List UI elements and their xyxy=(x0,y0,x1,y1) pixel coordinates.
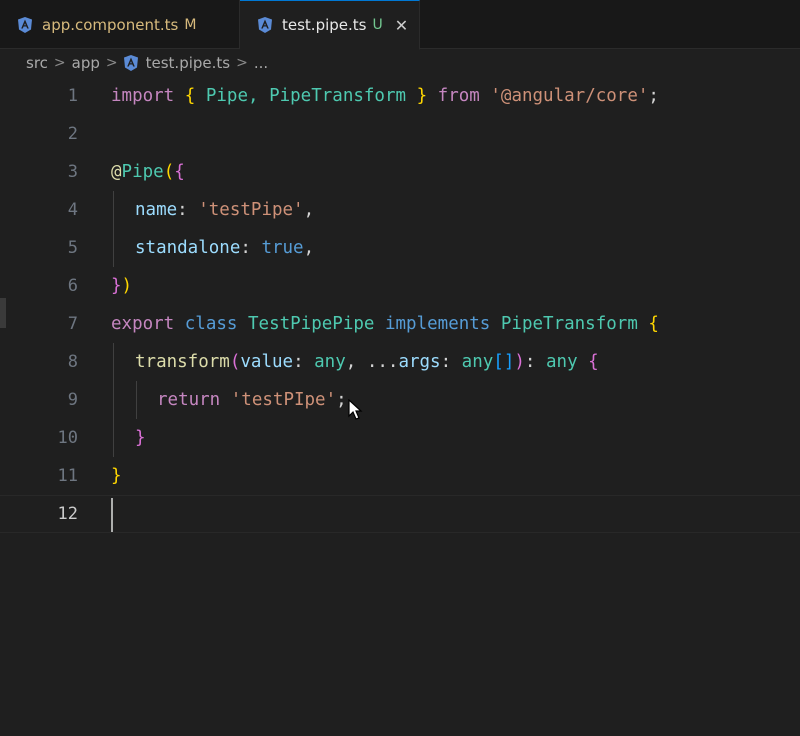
code-text: export class TestPipePipe implements Pip… xyxy=(111,314,659,334)
code-text: return 'testPIpe'; xyxy=(157,390,347,410)
code-text: } xyxy=(111,466,122,486)
indent-guide xyxy=(113,229,114,267)
code-text: }) xyxy=(111,276,133,296)
code-text: standalone: true, xyxy=(135,238,315,258)
code-line: 6 }) xyxy=(0,267,800,305)
code-line: 8 transform(value: any, ...args: any[]):… xyxy=(0,343,800,381)
current-code-line: 12 xyxy=(0,495,800,533)
code-line: 1 import { Pipe, PipeTransform } from '@… xyxy=(0,77,800,115)
tab-label: test.pipe.ts xyxy=(282,16,367,34)
indent-guide xyxy=(113,419,114,457)
line-number: 3 xyxy=(67,162,78,182)
tab-bar: app.component.ts M test.pipe.ts U ✕ xyxy=(0,0,800,50)
angular-icon xyxy=(258,17,272,33)
mouse-cursor-icon xyxy=(348,399,363,420)
indent-guide xyxy=(113,381,114,419)
code-line: 11 } xyxy=(0,457,800,495)
angular-icon xyxy=(123,55,138,71)
tab-app-component[interactable]: app.component.ts M xyxy=(0,0,240,49)
code-line: 5 standalone: true, xyxy=(0,229,800,267)
breadcrumb-separator: > xyxy=(53,55,66,71)
line-number: 8 xyxy=(67,352,78,372)
code-text: name: 'testPipe', xyxy=(135,200,315,220)
modified-badge: M xyxy=(184,16,197,33)
line-number: 5 xyxy=(67,238,78,258)
breadcrumb: src > app > test.pipe.ts > ... xyxy=(0,49,800,77)
breadcrumb-separator: > xyxy=(105,55,118,71)
line-number: 4 xyxy=(67,200,78,220)
indent-guide xyxy=(113,191,114,229)
breadcrumb-separator: > xyxy=(236,55,248,71)
code-text: import { Pipe, PipeTransform } from '@an… xyxy=(111,86,659,106)
code-line: 7 export class TestPipePipe implements P… xyxy=(0,305,800,343)
close-icon[interactable]: ✕ xyxy=(395,16,408,35)
code-line: 10 } xyxy=(0,419,800,457)
breadcrumb-file[interactable]: test.pipe.ts xyxy=(146,54,230,72)
breadcrumb-app[interactable]: app xyxy=(72,54,100,72)
angular-icon xyxy=(18,16,32,33)
code-editor[interactable]: 1 import { Pipe, PipeTransform } from '@… xyxy=(0,77,800,736)
line-number: 10 xyxy=(57,428,78,448)
code-line: 4 name: 'testPipe', xyxy=(0,191,800,229)
line-number: 6 xyxy=(67,276,78,296)
breadcrumb-symbol[interactable]: ... xyxy=(254,54,268,72)
breadcrumb-src[interactable]: src xyxy=(26,54,48,72)
line-number: 9 xyxy=(67,390,78,410)
code-line: 9 return 'testPIpe'; xyxy=(0,381,800,419)
code-text: } xyxy=(135,428,146,448)
line-number: 12 xyxy=(57,504,78,524)
line-number: 2 xyxy=(67,124,78,144)
editor-window: app.component.ts M test.pipe.ts U ✕ src … xyxy=(0,0,800,736)
line-number: 7 xyxy=(67,314,78,334)
indent-guide xyxy=(113,343,114,381)
tab-test-pipe[interactable]: test.pipe.ts U ✕ xyxy=(240,0,420,50)
code-line: 3 @Pipe({ xyxy=(0,153,800,191)
code-line: 2 xyxy=(0,115,800,153)
line-number: 1 xyxy=(67,86,78,106)
code-text: @Pipe({ xyxy=(111,162,185,182)
untracked-badge: U xyxy=(372,17,383,33)
tab-label: app.component.ts xyxy=(42,15,179,34)
code-text: transform(value: any, ...args: any[]): a… xyxy=(135,352,599,372)
line-number: 11 xyxy=(57,466,78,486)
text-caret xyxy=(111,498,113,532)
indent-guide xyxy=(136,381,137,419)
